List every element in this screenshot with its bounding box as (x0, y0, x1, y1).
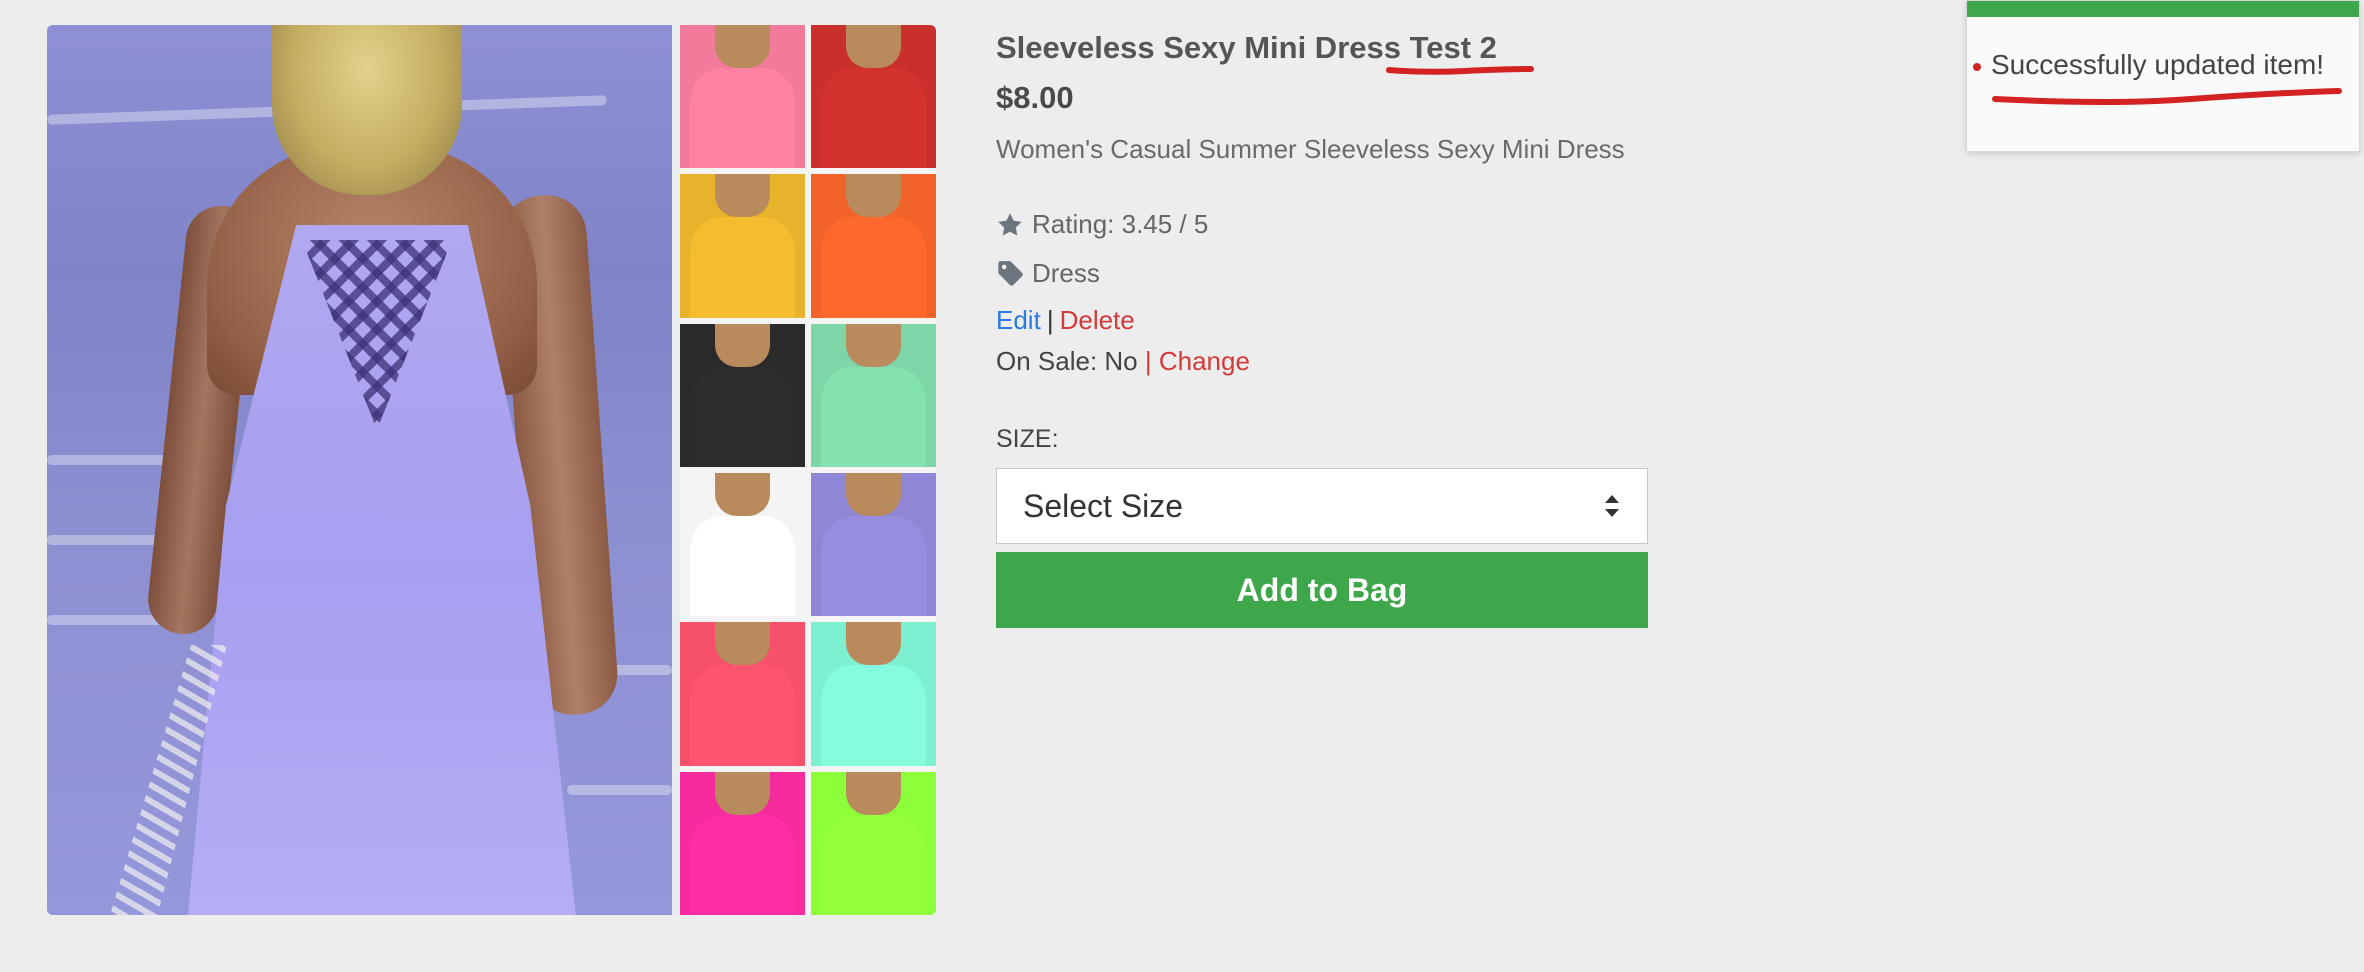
size-label: SIZE: (996, 425, 1059, 453)
add-to-bag-button[interactable]: Add to Bag (996, 552, 1648, 628)
color-thumbnail (811, 323, 936, 467)
on-sale-status: On Sale: No (996, 346, 1138, 376)
color-thumbnail (811, 622, 936, 766)
color-thumbnail (811, 472, 936, 617)
notification-bar (1967, 1, 2359, 17)
color-thumbnail (811, 174, 936, 318)
admin-links: Edit | Delete (996, 305, 1135, 336)
product-image (47, 25, 936, 915)
notification-toast: Successfully updated item! (1966, 0, 2360, 152)
category-row: Dress (996, 258, 1100, 289)
star-icon (998, 212, 1022, 235)
sort-arrows-icon (1605, 495, 1619, 517)
color-thumbnail (680, 771, 805, 915)
annotation-underline-notification (1992, 88, 2342, 105)
tag-icon (998, 260, 1023, 286)
color-thumbnail (680, 323, 805, 467)
color-thumbnail (680, 622, 805, 766)
rating-row: Rating: 3.45 / 5 (996, 209, 1208, 240)
color-thumbnail (680, 25, 805, 169)
notification-message: Successfully updated item! (1991, 49, 2325, 80)
product-page: Sleeveless Sexy Mini Dress Test 2 $8.00 … (0, 0, 2364, 972)
on-sale-row: On Sale: No | Change (996, 346, 1250, 377)
notification-bullet (1973, 63, 1981, 71)
color-thumbnail (680, 472, 805, 617)
rating-text: Rating: 3.45 / 5 (1032, 209, 1209, 239)
link-separator: | (1046, 305, 1054, 335)
category-text: Dress (1032, 258, 1100, 288)
color-thumbnail-grid (680, 25, 936, 915)
product-price: $8.00 (996, 80, 1074, 115)
color-thumbnail (680, 174, 805, 318)
change-sale-link[interactable]: | Change (1145, 346, 1250, 376)
product-description: Women's Casual Summer Sleeveless Sexy Mi… (996, 134, 1625, 164)
color-thumbnail (811, 25, 936, 169)
size-select-value: Select Size (1023, 487, 1184, 524)
main-product-photo (47, 25, 672, 915)
edit-link[interactable]: Edit (996, 305, 1041, 335)
product-title: Sleeveless Sexy Mini Dress Test 2 (996, 30, 1497, 65)
delete-link[interactable]: Delete (1060, 305, 1135, 335)
color-thumbnail (811, 771, 936, 915)
size-select[interactable]: Select Size (996, 468, 1648, 544)
